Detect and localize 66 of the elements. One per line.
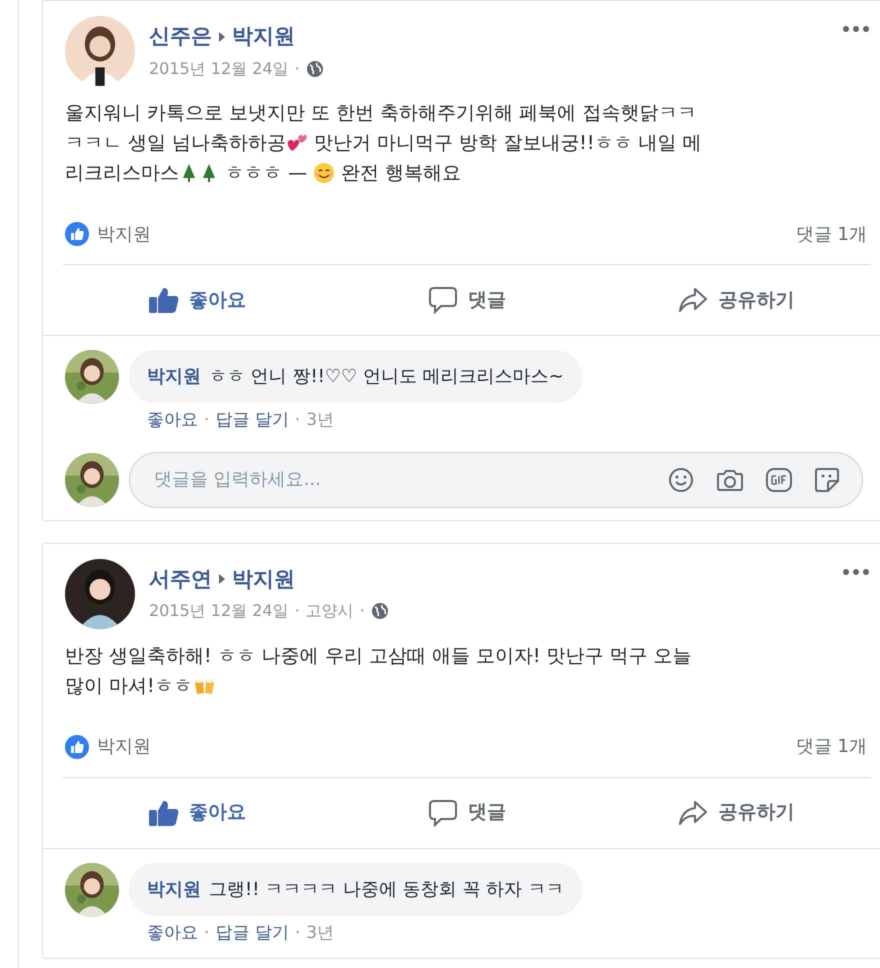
tree-icon bbox=[181, 163, 197, 183]
comment-time[interactable]: 3년 bbox=[306, 408, 334, 434]
comment-text: ㅎㅎ 언니 짱!!♡♡ 언니도 메리크리스마스~ bbox=[209, 366, 564, 387]
triangle-icon bbox=[218, 573, 226, 586]
share-action-button[interactable]: 공유하기 bbox=[602, 275, 871, 325]
hearts-icon bbox=[286, 133, 308, 153]
separator-dot: · bbox=[360, 600, 365, 622]
comment-action-link[interactable]: 좋아요 bbox=[147, 920, 198, 946]
author-link[interactable]: 서주연 bbox=[149, 564, 212, 595]
separator-dot: · bbox=[294, 409, 300, 432]
thumbs-up-icon bbox=[149, 800, 180, 826]
post-text: 리크리스마스 bbox=[65, 161, 179, 186]
comment-action-button[interactable]: 댓글 bbox=[332, 788, 602, 838]
post-text: 울지워니 카톡으로 보냇지만 또 한번 축하해주기위해 페북에 접속햇닭ㅋㅋ bbox=[65, 101, 696, 126]
post-text: 반장 생일축하해! ㅎㅎ 나중에 우리 고삼때 애들 모이자! 맛난구 먹구 오늘 bbox=[65, 644, 692, 668]
author-link[interactable]: 신주은 bbox=[149, 21, 212, 52]
separator-dot: · bbox=[204, 922, 210, 944]
share-arrow-icon bbox=[678, 287, 708, 313]
like-action-button[interactable]: 좋아요 bbox=[63, 788, 332, 838]
post-text: ㅎㅎㅎ — bbox=[224, 161, 308, 186]
tree-icon bbox=[201, 163, 217, 183]
globe-icon bbox=[306, 60, 324, 78]
post-text: 맛난거 마니먹구 방학 잘보내궁!!ㅎㅎ 내일 메 bbox=[313, 131, 702, 156]
comment-action-link[interactable]: 답글 달기 bbox=[215, 408, 289, 434]
post-date[interactable]: 2015년 12월 24일 bbox=[149, 56, 289, 80]
comment-text: 그랭!! ㅋㅋㅋㅋ 나중에 동창회 꼭 하자 ㅋㅋ bbox=[209, 878, 564, 900]
smile-icon bbox=[313, 162, 336, 184]
share-arrow-icon bbox=[678, 800, 708, 826]
separator-dot: · bbox=[294, 922, 300, 944]
thumbs-up-icon bbox=[149, 287, 180, 313]
separator-dot: · bbox=[204, 409, 210, 432]
separator-dot: · bbox=[294, 58, 300, 80]
target-link[interactable]: 박지원 bbox=[232, 564, 295, 595]
target-link[interactable]: 박지원 bbox=[232, 21, 295, 52]
separator-dot: · bbox=[294, 600, 300, 622]
comment-time[interactable]: 3년 bbox=[306, 920, 334, 946]
like-reaction-icon bbox=[65, 734, 89, 758]
comment-count[interactable]: 댓글 1개 bbox=[796, 220, 867, 248]
comment-count[interactable]: 댓글 1개 bbox=[796, 733, 867, 760]
smiley-icon[interactable] bbox=[668, 466, 694, 492]
sticker-icon[interactable] bbox=[814, 466, 840, 492]
comment-action-link[interactable]: 답글 달기 bbox=[215, 920, 289, 946]
camera-icon[interactable] bbox=[716, 468, 744, 492]
triangle-icon bbox=[218, 30, 226, 43]
commenter-link[interactable]: 박지원 bbox=[147, 878, 201, 900]
like-reaction-icon bbox=[65, 222, 89, 246]
gif-icon[interactable] bbox=[766, 468, 792, 492]
location-link[interactable]: 고양시 bbox=[306, 599, 354, 623]
globe-icon bbox=[370, 602, 389, 620]
post-text: 많이 마셔!ㅎㅎ bbox=[65, 674, 193, 698]
comment-input-field[interactable]: 댓글을 입력하세요... bbox=[154, 466, 668, 493]
more-options-icon[interactable] bbox=[843, 568, 869, 574]
likers-text[interactable]: 박지원 bbox=[97, 733, 151, 760]
speech-bubble-icon bbox=[428, 286, 458, 314]
share-action-button[interactable]: 공유하기 bbox=[602, 788, 871, 838]
more-options-icon[interactable] bbox=[843, 26, 869, 32]
likers-text[interactable]: 박지원 bbox=[97, 220, 151, 248]
like-action-button[interactable]: 좋아요 bbox=[63, 275, 332, 325]
comment-action-link[interactable]: 좋아요 bbox=[147, 408, 198, 434]
post-date[interactable]: 2015년 12월 24일 bbox=[149, 599, 289, 623]
post-text: ㅋㅋㄴ 생일 넘나축하하공 bbox=[65, 131, 286, 156]
post-text: 완전 행복해요 bbox=[340, 161, 462, 186]
speech-bubble-icon bbox=[428, 798, 458, 826]
comment-action-button[interactable]: 댓글 bbox=[332, 275, 602, 325]
commenter-link[interactable]: 박지원 bbox=[147, 366, 201, 387]
comment-composer[interactable]: 댓글을 입력하세요... bbox=[129, 452, 863, 508]
